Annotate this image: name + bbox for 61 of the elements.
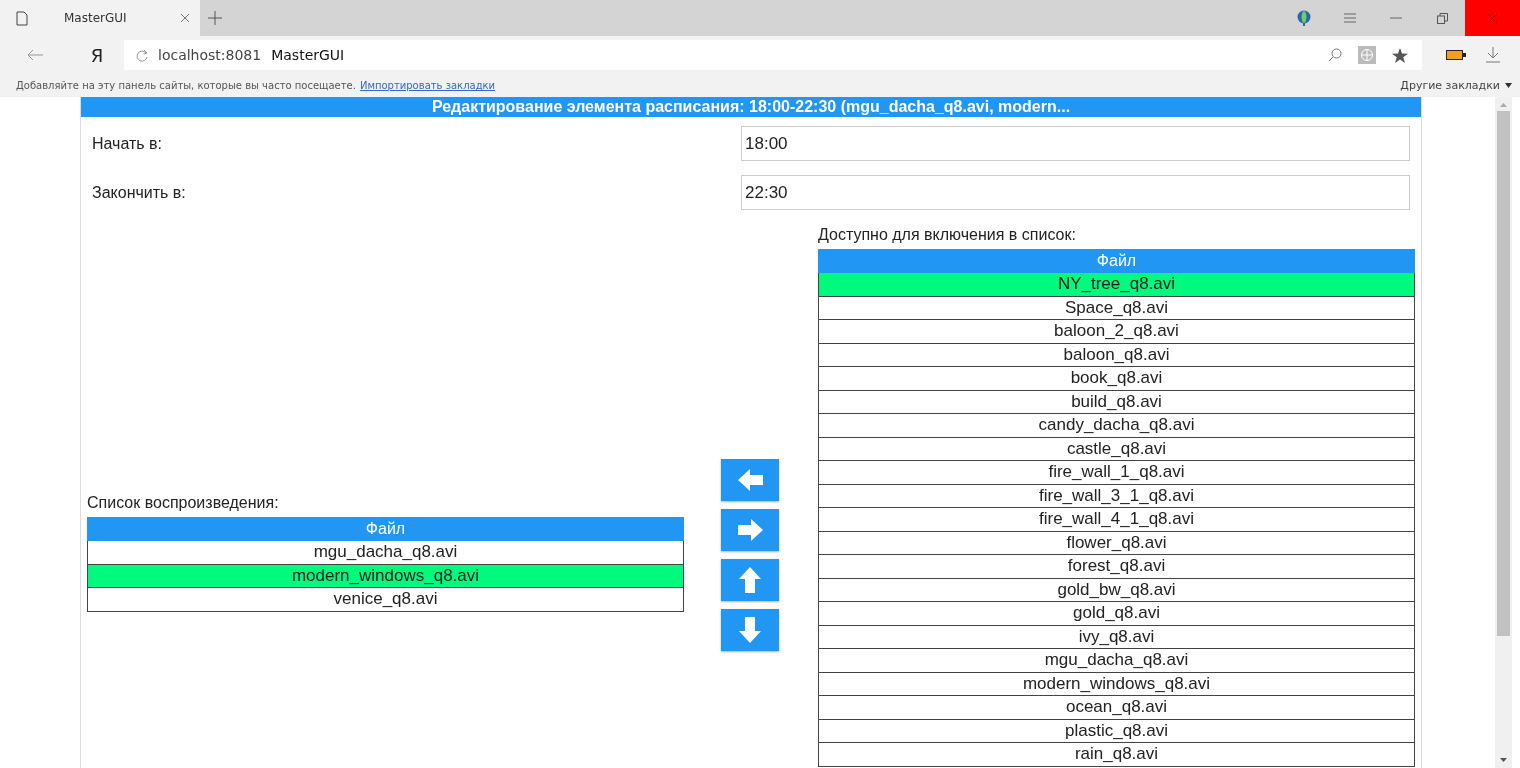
file-row[interactable]: castle_q8.avi [818,437,1415,461]
file-row[interactable]: baloon_2_q8.avi [818,320,1415,344]
column-header: Файл [87,517,684,541]
column-header: Файл [818,249,1415,273]
globe-icon[interactable] [1358,46,1376,64]
caret-icon[interactable] [1505,83,1512,88]
file-row[interactable]: modern_windows_q8.avi [818,672,1415,696]
file-row[interactable]: book_q8.avi [818,367,1415,391]
restore-icon[interactable] [1436,12,1448,24]
download-icon[interactable] [1486,47,1500,63]
field-label: Начать в: [92,134,164,153]
browser-tab[interactable]: MasterGUI [0,0,200,36]
list-label: Доступно для включения в список: [818,225,1077,245]
file-row[interactable]: Space_q8.avi [818,296,1415,320]
file-row[interactable]: baloon_q8.avi [818,343,1415,367]
move-left-button[interactable] [721,459,779,501]
balloon-icon[interactable] [1297,10,1311,26]
address-bar[interactable]: localhost:8081 MasterGUI [124,40,1422,70]
search-icon[interactable] [1328,48,1342,62]
scroll-up-icon[interactable] [1500,103,1507,107]
bookmarks-hint: Добавляйте на эту панель сайты, которые вы часто посещаете. [16,80,356,91]
close-icon[interactable] [180,13,190,23]
yandex-button[interactable]: Я [70,44,124,66]
reload-icon[interactable] [136,48,148,62]
file-row[interactable]: fire_wall_3_1_q8.avi [818,484,1415,508]
file-row[interactable]: gold_bw_q8.avi [818,578,1415,602]
file-row[interactable]: mgu_dacha_q8.avi [818,649,1415,673]
file-row[interactable]: venice_q8.avi [87,588,684,612]
scrollbar-thumb[interactable] [1497,111,1510,636]
battery-icon[interactable] [1446,50,1466,60]
back-icon[interactable] [26,49,44,61]
move-down-button[interactable] [721,609,779,651]
star-icon[interactable] [1392,47,1408,63]
file-row[interactable]: rain_q8.avi [818,743,1415,767]
time-field[interactable]: 22:30 [741,175,1410,210]
other-bookmarks-menu[interactable]: Другие закладки [1400,79,1500,92]
new-tab-icon[interactable] [208,11,222,25]
page-icon[interactable] [16,10,28,26]
file-row[interactable]: fire_wall_4_1_q8.avi [818,508,1415,532]
import-bookmarks-link[interactable]: Импортировать закладки [359,80,496,91]
file-row[interactable]: candy_dacha_q8.avi [818,414,1415,438]
file-row[interactable]: build_q8.avi [818,390,1415,414]
file-row[interactable]: NY_tree_q8.avi [818,273,1415,297]
close-icon [1487,12,1498,24]
file-row[interactable]: plastic_q8.avi [818,719,1415,743]
menu-icon[interactable] [1344,13,1356,23]
move-up-button[interactable] [721,559,779,601]
move-right-button[interactable] [721,509,779,551]
dialog-title: Редактирование элемента расписания: 18:00-22:30 (mgu_dacha_q8.avi, modern... [81,97,1421,117]
time-field[interactable]: 18:00 [741,126,1410,161]
file-row[interactable]: ivy_q8.avi [818,625,1415,649]
file-row[interactable]: gold_q8.avi [818,602,1415,626]
file-row[interactable]: modern_windows_q8.avi [87,564,684,588]
file-row[interactable]: flower_q8.avi [818,531,1415,555]
file-row[interactable]: mgu_dacha_q8.avi [87,541,684,565]
file-row[interactable]: fire_wall_1_q8.avi [818,461,1415,485]
field-label: Закончить в: [92,183,187,202]
list-label: Список воспроизведения: [87,493,280,513]
file-row[interactable]: forest_q8.avi [818,555,1415,579]
scroll-down-icon[interactable] [1500,758,1507,762]
file-row[interactable]: ocean_q8.avi [818,696,1415,720]
